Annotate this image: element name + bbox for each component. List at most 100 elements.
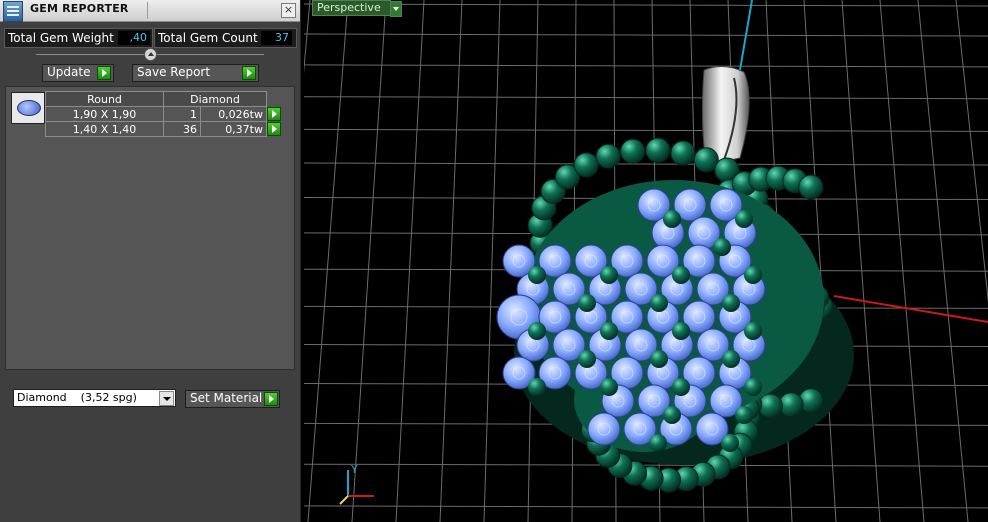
grid-line — [304, 96, 988, 100]
prong-bead — [672, 266, 690, 284]
prong-bead — [713, 238, 731, 256]
row-go-cell — [267, 122, 282, 137]
total-gem-weight-box: Total Gem Weight ,40 — [4, 28, 153, 48]
grid-line — [304, 128, 988, 132]
gem-table: Round Diamond 1,90 X 1,90 1 0,026tw 1,40… — [45, 91, 282, 137]
total-gem-weight-value: ,40 — [118, 31, 150, 45]
round-gem-thumbnail[interactable] — [11, 92, 45, 124]
chevron-down-icon[interactable] — [390, 1, 402, 17]
gem-reporter-panel: GEM REPORTER × Total Gem Weight ,40 Tota… — [0, 0, 301, 522]
grid-line — [917, 0, 969, 522]
gem-size-cell: 1,40 X 1,40 — [45, 121, 164, 137]
update-button-label: Update — [47, 65, 91, 79]
prong-bead — [600, 378, 618, 396]
table-row[interactable]: 1,40 X 1,40 36 0,37tw — [45, 121, 282, 137]
bead — [670, 140, 696, 166]
material-dropdown[interactable]: Diamond (3,52 spg) — [13, 389, 176, 407]
gem-reporter-icon — [3, 1, 23, 22]
grid-line — [395, 0, 425, 522]
grid-line — [304, 505, 988, 509]
prong-bead — [744, 378, 762, 396]
view-mode-label: Perspective — [317, 1, 381, 14]
3d-viewport[interactable]: Y Perspective — [304, 0, 988, 522]
grid-line — [304, 463, 988, 467]
play-icon — [264, 392, 278, 406]
set-material-button[interactable]: Set Material — [185, 390, 280, 408]
total-gem-count-label: Total Gem Count — [158, 31, 258, 45]
gem-weight-cell: 0,37tw — [199, 121, 268, 137]
grid-line — [351, 0, 387, 522]
play-icon — [97, 66, 111, 80]
gem-weight-cell: 0,026tw — [199, 106, 268, 122]
grid-line — [304, 0, 311, 74]
prong-bead — [663, 210, 681, 228]
save-report-button[interactable]: Save Report — [132, 64, 259, 82]
table-header-row: Round Diamond — [45, 91, 282, 107]
prong-bead — [722, 294, 740, 312]
prong-bead — [722, 350, 740, 368]
prong-bead — [528, 322, 546, 340]
prong-bead — [672, 378, 690, 396]
gem-size-cell: 1,90 X 1,90 — [45, 106, 164, 122]
bead — [798, 174, 824, 200]
prong-bead — [578, 294, 596, 312]
gem-count-cell: 36 — [163, 121, 201, 137]
prong-bead — [663, 406, 681, 424]
x-axis-line — [833, 295, 988, 323]
update-button[interactable]: Update — [42, 64, 114, 82]
gizmo-z-axis — [339, 495, 349, 505]
prong-bead — [650, 350, 668, 368]
select-row-button[interactable] — [267, 122, 281, 136]
panel-titlebar[interactable]: GEM REPORTER × — [0, 0, 300, 22]
gizmo-y-label: Y — [350, 463, 358, 476]
prong-bead — [721, 434, 739, 452]
table-row[interactable]: 1,90 X 1,90 1 0,026tw — [45, 106, 282, 122]
prong-bead — [649, 434, 667, 452]
column-header-stone: Diamond — [163, 91, 267, 107]
total-gem-weight-label: Total Gem Weight — [8, 31, 114, 45]
total-gem-count-value: 37 — [261, 31, 292, 45]
grid-line — [841, 0, 881, 522]
prong-bead — [650, 294, 668, 312]
select-row-button[interactable] — [267, 107, 281, 121]
prong-bead — [578, 350, 596, 368]
prong-bead — [600, 266, 618, 284]
bead — [595, 143, 621, 169]
grid-line — [879, 0, 925, 522]
play-icon — [242, 66, 256, 80]
panel-title: GEM REPORTER — [30, 2, 129, 15]
grid-line — [439, 0, 463, 522]
total-gem-count-box: Total Gem Count 37 — [154, 28, 297, 48]
grid-line — [304, 33, 988, 37]
prong-bead — [735, 406, 753, 424]
prong-bead — [672, 322, 690, 340]
view-mode-dropdown[interactable]: Perspective — [312, 0, 402, 17]
bead — [573, 152, 599, 178]
save-report-button-label: Save Report — [137, 65, 211, 79]
prong-bead — [600, 322, 618, 340]
header-spacer — [267, 92, 282, 107]
bead — [645, 137, 671, 163]
prong-bead — [744, 322, 762, 340]
prong-bead — [528, 378, 546, 396]
grid-line — [304, 162, 988, 166]
column-header-shape: Round — [45, 91, 164, 107]
round-gem-icon — [17, 100, 41, 116]
prong-bead — [735, 210, 753, 228]
grid-line — [304, 3, 988, 7]
gem-count-cell: 1 — [163, 106, 201, 122]
title-divider — [147, 2, 148, 19]
collapse-toggle[interactable] — [144, 48, 157, 61]
material-dropdown-value: Diamond (3,52 spg) — [17, 391, 137, 404]
chevron-down-icon[interactable] — [159, 391, 174, 406]
bead — [620, 138, 646, 164]
close-button[interactable]: × — [281, 3, 296, 18]
grid-line — [483, 0, 501, 522]
prong-bead — [528, 266, 546, 284]
perspective-grid: Y — [304, 0, 988, 522]
set-material-button-label: Set Material — [190, 391, 263, 405]
row-go-cell — [267, 107, 282, 122]
grid-line — [307, 0, 349, 522]
diamond-stone — [587, 412, 621, 446]
prong-bead — [744, 266, 762, 284]
